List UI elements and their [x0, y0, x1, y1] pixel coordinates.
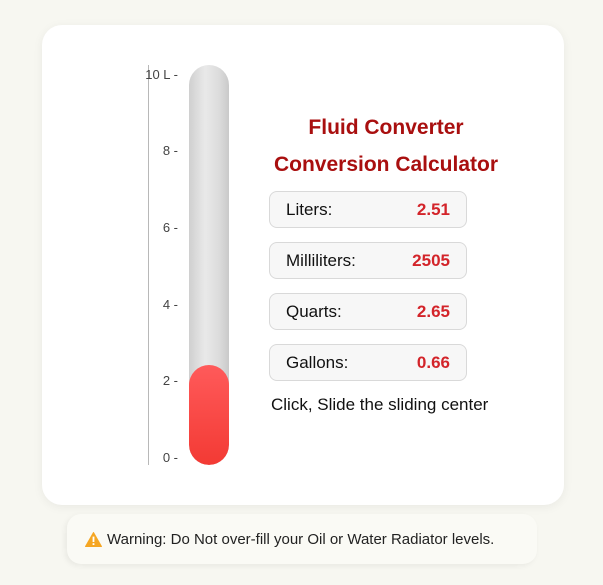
- warning-text: Warning: Do Not over-fill your Oil or Wa…: [107, 530, 495, 548]
- scale-tick-8: 8 -: [162, 143, 178, 158]
- gallons-row: Gallons: 0.66: [269, 344, 467, 381]
- quarts-row: Quarts: 2.65: [269, 293, 467, 330]
- scale-tick-10: 10 L -: [145, 67, 178, 82]
- scale-tick-0: 0 -: [162, 450, 178, 465]
- converter-card: 10 L - 8 - 6 - 4 - 2 - 0 - Fluid Convert…: [42, 25, 564, 505]
- slider-hint: Click, Slide the sliding center: [271, 395, 489, 414]
- warning-banner: Warning: Do Not over-fill your Oil or Wa…: [67, 514, 537, 564]
- liters-row: Liters: 2.51: [269, 191, 467, 228]
- quarts-label: Quarts:: [286, 301, 342, 321]
- gallons-value: 0.66: [416, 352, 450, 372]
- milliliters-value: 2505: [412, 250, 450, 270]
- scale-axis-line: [148, 65, 149, 465]
- scale-tick-4: 4 -: [162, 297, 178, 312]
- milliliters-row: Milliliters: 2505: [269, 242, 467, 279]
- fluid-level-slider[interactable]: [189, 65, 229, 465]
- liters-value: 2.51: [416, 199, 450, 219]
- fluid-level-fill[interactable]: [189, 365, 229, 465]
- quarts-value: 2.65: [416, 301, 450, 321]
- liters-label: Liters:: [286, 199, 333, 219]
- scale-tick-6: 6 -: [162, 220, 178, 235]
- converter-subtitle: Conversion Calculator: [273, 153, 499, 176]
- milliliters-label: Milliliters:: [286, 250, 356, 270]
- converter-title: Fluid Converter: [308, 116, 464, 139]
- scale-tick-2: 2 -: [162, 373, 178, 388]
- warning-icon: [85, 531, 102, 547]
- gallons-label: Gallons:: [286, 352, 349, 372]
